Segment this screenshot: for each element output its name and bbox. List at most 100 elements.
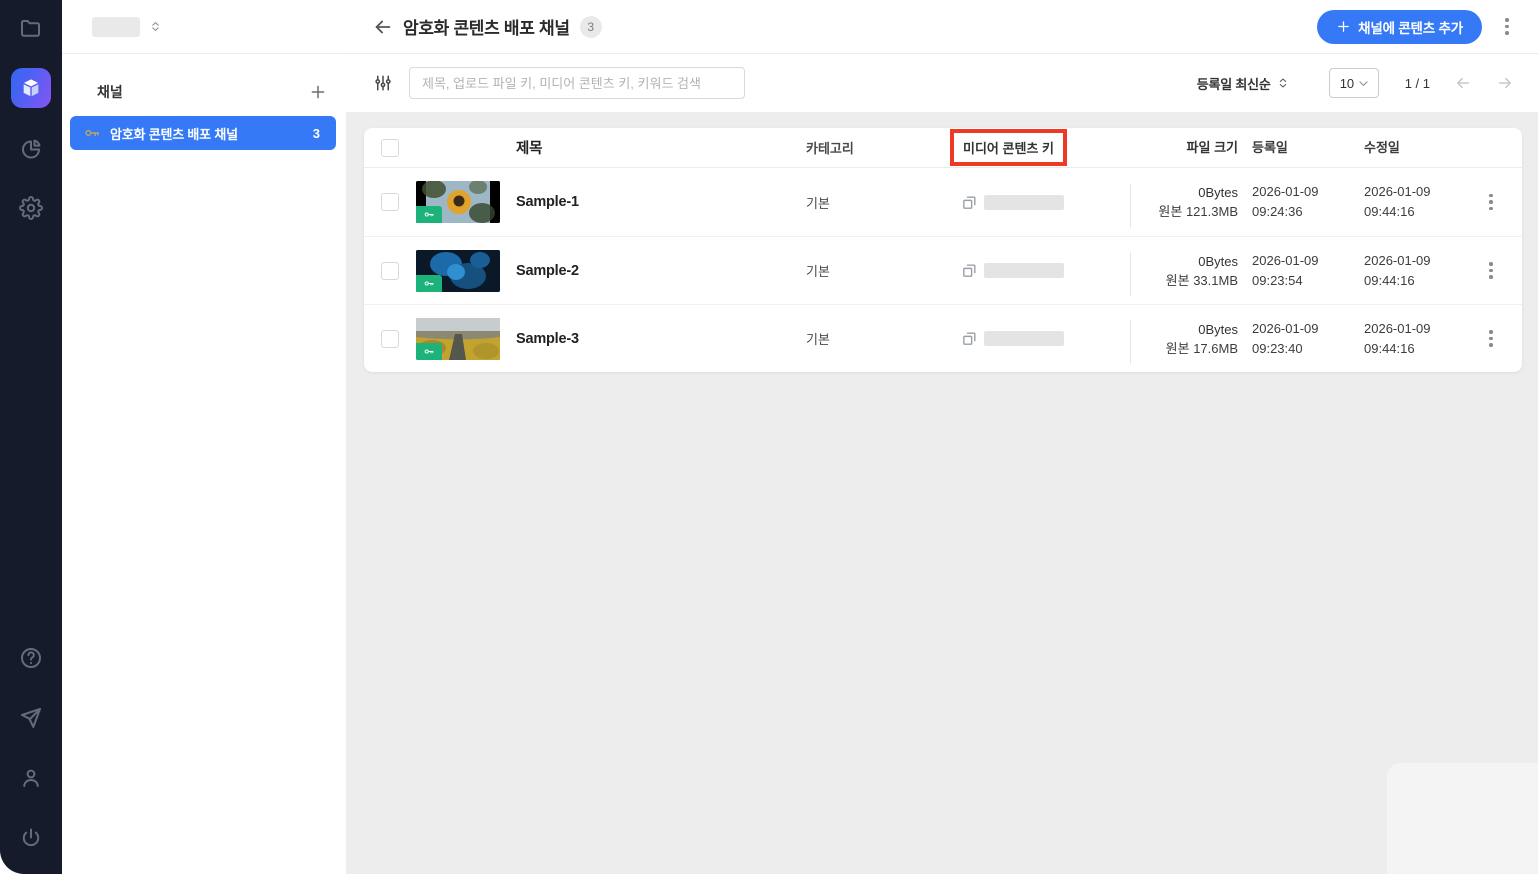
sort-updown-icon bbox=[1277, 76, 1289, 90]
row-created-at: 2026-01-09 09:23:40 bbox=[1238, 319, 1350, 359]
created-time: 09:24:36 bbox=[1252, 202, 1350, 222]
media-key-redacted bbox=[984, 195, 1064, 210]
encrypted-key-badge-icon bbox=[416, 343, 442, 360]
page-header: 암호화 콘텐츠 배포 채널 3 채널에 콘텐츠 추가 bbox=[346, 0, 1538, 54]
column-header-category: 카테고리 bbox=[806, 138, 961, 157]
channel-count-badge: 3 bbox=[313, 126, 320, 141]
copy-icon[interactable] bbox=[961, 330, 978, 347]
workspace-selector[interactable] bbox=[62, 0, 346, 54]
row-modified-at: 2026-01-09 09:44:16 bbox=[1350, 319, 1462, 359]
file-size-total: 0Bytes bbox=[1131, 320, 1238, 339]
pie-chart-icon[interactable] bbox=[17, 135, 45, 163]
thumbnail-sample-1 bbox=[416, 181, 500, 223]
power-icon[interactable] bbox=[17, 824, 45, 852]
back-arrow-icon[interactable] bbox=[372, 16, 394, 38]
list-toolbar: 등록일 최신순 10 1 / 1 bbox=[346, 54, 1538, 112]
file-size-original: 원본 33.1MB bbox=[1131, 271, 1238, 290]
user-icon[interactable] bbox=[17, 764, 45, 792]
corner-overlay-panel bbox=[1387, 763, 1538, 874]
workspace-name-skeleton bbox=[92, 17, 140, 37]
page-title: 암호화 콘텐츠 배포 채널 bbox=[403, 14, 570, 39]
created-date: 2026-01-09 bbox=[1252, 251, 1350, 271]
page-indicator: 1 / 1 bbox=[1405, 76, 1430, 91]
row-created-at: 2026-01-09 09:23:54 bbox=[1238, 251, 1350, 291]
row-file-size: 0Bytes 원본 33.1MB bbox=[1131, 252, 1238, 290]
page-size-value: 10 bbox=[1340, 76, 1354, 91]
encrypted-key-badge-icon bbox=[416, 206, 442, 223]
content-area: 제목 카테고리 미디어 콘텐츠 키 파일 크기 등록일 수정일 bbox=[346, 112, 1538, 874]
filter-sliders-icon[interactable] bbox=[374, 74, 392, 92]
row-file-size: 0Bytes 원본 121.3MB bbox=[1131, 183, 1238, 221]
row-checkbox[interactable] bbox=[381, 193, 399, 211]
row-category: 기본 bbox=[806, 193, 961, 212]
row-kebab-menu-icon[interactable] bbox=[1482, 260, 1500, 282]
chevron-down-icon bbox=[1357, 77, 1370, 90]
add-content-button-label: 채널에 콘텐츠 추가 bbox=[1358, 17, 1463, 37]
row-checkbox[interactable] bbox=[381, 262, 399, 280]
row-kebab-menu-icon[interactable] bbox=[1482, 191, 1500, 213]
channel-name: 암호화 콘텐츠 배포 채널 bbox=[110, 124, 313, 143]
add-channel-button[interactable] bbox=[308, 82, 328, 102]
table-header-row: 제목 카테고리 미디어 콘텐츠 키 파일 크기 등록일 수정일 bbox=[364, 128, 1522, 168]
column-header-modified: 수정일 bbox=[1350, 138, 1462, 158]
sidebar-item-encrypted-channel[interactable]: 암호화 콘텐츠 배포 채널 3 bbox=[70, 116, 336, 150]
channel-sidebar: 채널 암호화 콘텐츠 배포 채널 3 bbox=[62, 0, 346, 874]
row-title[interactable]: Sample-2 bbox=[516, 263, 806, 279]
header-kebab-menu-icon[interactable] bbox=[1498, 16, 1516, 38]
folder-icon[interactable] bbox=[17, 14, 45, 42]
content-table: 제목 카테고리 미디어 콘텐츠 키 파일 크기 등록일 수정일 bbox=[364, 128, 1522, 372]
media-app-icon[interactable] bbox=[11, 68, 51, 108]
page-size-select[interactable]: 10 bbox=[1329, 68, 1379, 98]
row-title[interactable]: Sample-3 bbox=[516, 331, 806, 347]
chevron-updown-icon bbox=[149, 20, 162, 33]
key-icon bbox=[83, 124, 101, 142]
column-header-media-key: 미디어 콘텐츠 키 bbox=[963, 141, 1054, 156]
send-icon[interactable] bbox=[17, 704, 45, 732]
help-icon[interactable] bbox=[17, 644, 45, 672]
file-size-original: 원본 17.6MB bbox=[1131, 339, 1238, 358]
select-all-checkbox[interactable] bbox=[381, 139, 399, 157]
media-key-redacted bbox=[984, 263, 1064, 278]
sort-order-label: 등록일 최신순 bbox=[1197, 74, 1271, 93]
app-window: 채널 암호화 콘텐츠 배포 채널 3 암호화 콘텐츠 배포 채널 3 채널에 bbox=[0, 0, 1538, 874]
modified-date: 2026-01-09 bbox=[1364, 319, 1462, 339]
primary-nav-rail bbox=[0, 0, 62, 874]
column-header-file-size: 파일 크기 bbox=[1131, 138, 1238, 157]
file-size-total: 0Bytes bbox=[1131, 252, 1238, 271]
modified-time: 09:44:16 bbox=[1364, 202, 1462, 222]
search-input[interactable] bbox=[409, 67, 745, 99]
row-checkbox[interactable] bbox=[381, 330, 399, 348]
row-modified-at: 2026-01-09 09:44:16 bbox=[1350, 182, 1462, 222]
column-header-title: 제목 bbox=[516, 137, 806, 158]
row-kebab-menu-icon[interactable] bbox=[1482, 328, 1500, 350]
main-panel: 암호화 콘텐츠 배포 채널 3 채널에 콘텐츠 추가 등록일 최신순 bbox=[346, 0, 1538, 874]
file-size-original: 원본 121.3MB bbox=[1131, 202, 1238, 221]
row-category: 기본 bbox=[806, 261, 961, 280]
created-date: 2026-01-09 bbox=[1252, 319, 1350, 339]
encrypted-key-badge-icon bbox=[416, 275, 442, 292]
annotation-highlight-box: 미디어 콘텐츠 키 bbox=[950, 129, 1067, 166]
copy-icon[interactable] bbox=[961, 262, 978, 279]
prev-page-icon[interactable] bbox=[1454, 74, 1472, 92]
column-header-created: 등록일 bbox=[1238, 138, 1350, 158]
modified-time: 09:44:16 bbox=[1364, 271, 1462, 291]
modified-date: 2026-01-09 bbox=[1364, 251, 1462, 271]
row-modified-at: 2026-01-09 09:44:16 bbox=[1350, 251, 1462, 291]
file-size-total: 0Bytes bbox=[1131, 183, 1238, 202]
created-time: 09:23:54 bbox=[1252, 271, 1350, 291]
created-time: 09:23:40 bbox=[1252, 339, 1350, 359]
modified-date: 2026-01-09 bbox=[1364, 182, 1462, 202]
thumbnail-sample-3 bbox=[416, 318, 500, 360]
sort-order-button[interactable]: 등록일 최신순 bbox=[1197, 74, 1289, 93]
sidebar-section-title: 채널 bbox=[97, 82, 123, 102]
table-row[interactable]: Sample-2 기본 0Bytes 원본 33.1MB 2026-01-09 bbox=[364, 236, 1522, 304]
table-row[interactable]: Sample-1 기본 0Bytes 원본 121.3MB 2026-01-09 bbox=[364, 168, 1522, 236]
next-page-icon[interactable] bbox=[1496, 74, 1514, 92]
row-created-at: 2026-01-09 09:24:36 bbox=[1238, 182, 1350, 222]
copy-icon[interactable] bbox=[961, 194, 978, 211]
row-title[interactable]: Sample-1 bbox=[516, 194, 806, 210]
gear-icon[interactable] bbox=[17, 194, 45, 222]
created-date: 2026-01-09 bbox=[1252, 182, 1350, 202]
add-content-button[interactable]: 채널에 콘텐츠 추가 bbox=[1317, 10, 1482, 44]
table-row[interactable]: Sample-3 기본 0Bytes 원본 17.6MB 2026-01-09 bbox=[364, 304, 1522, 372]
